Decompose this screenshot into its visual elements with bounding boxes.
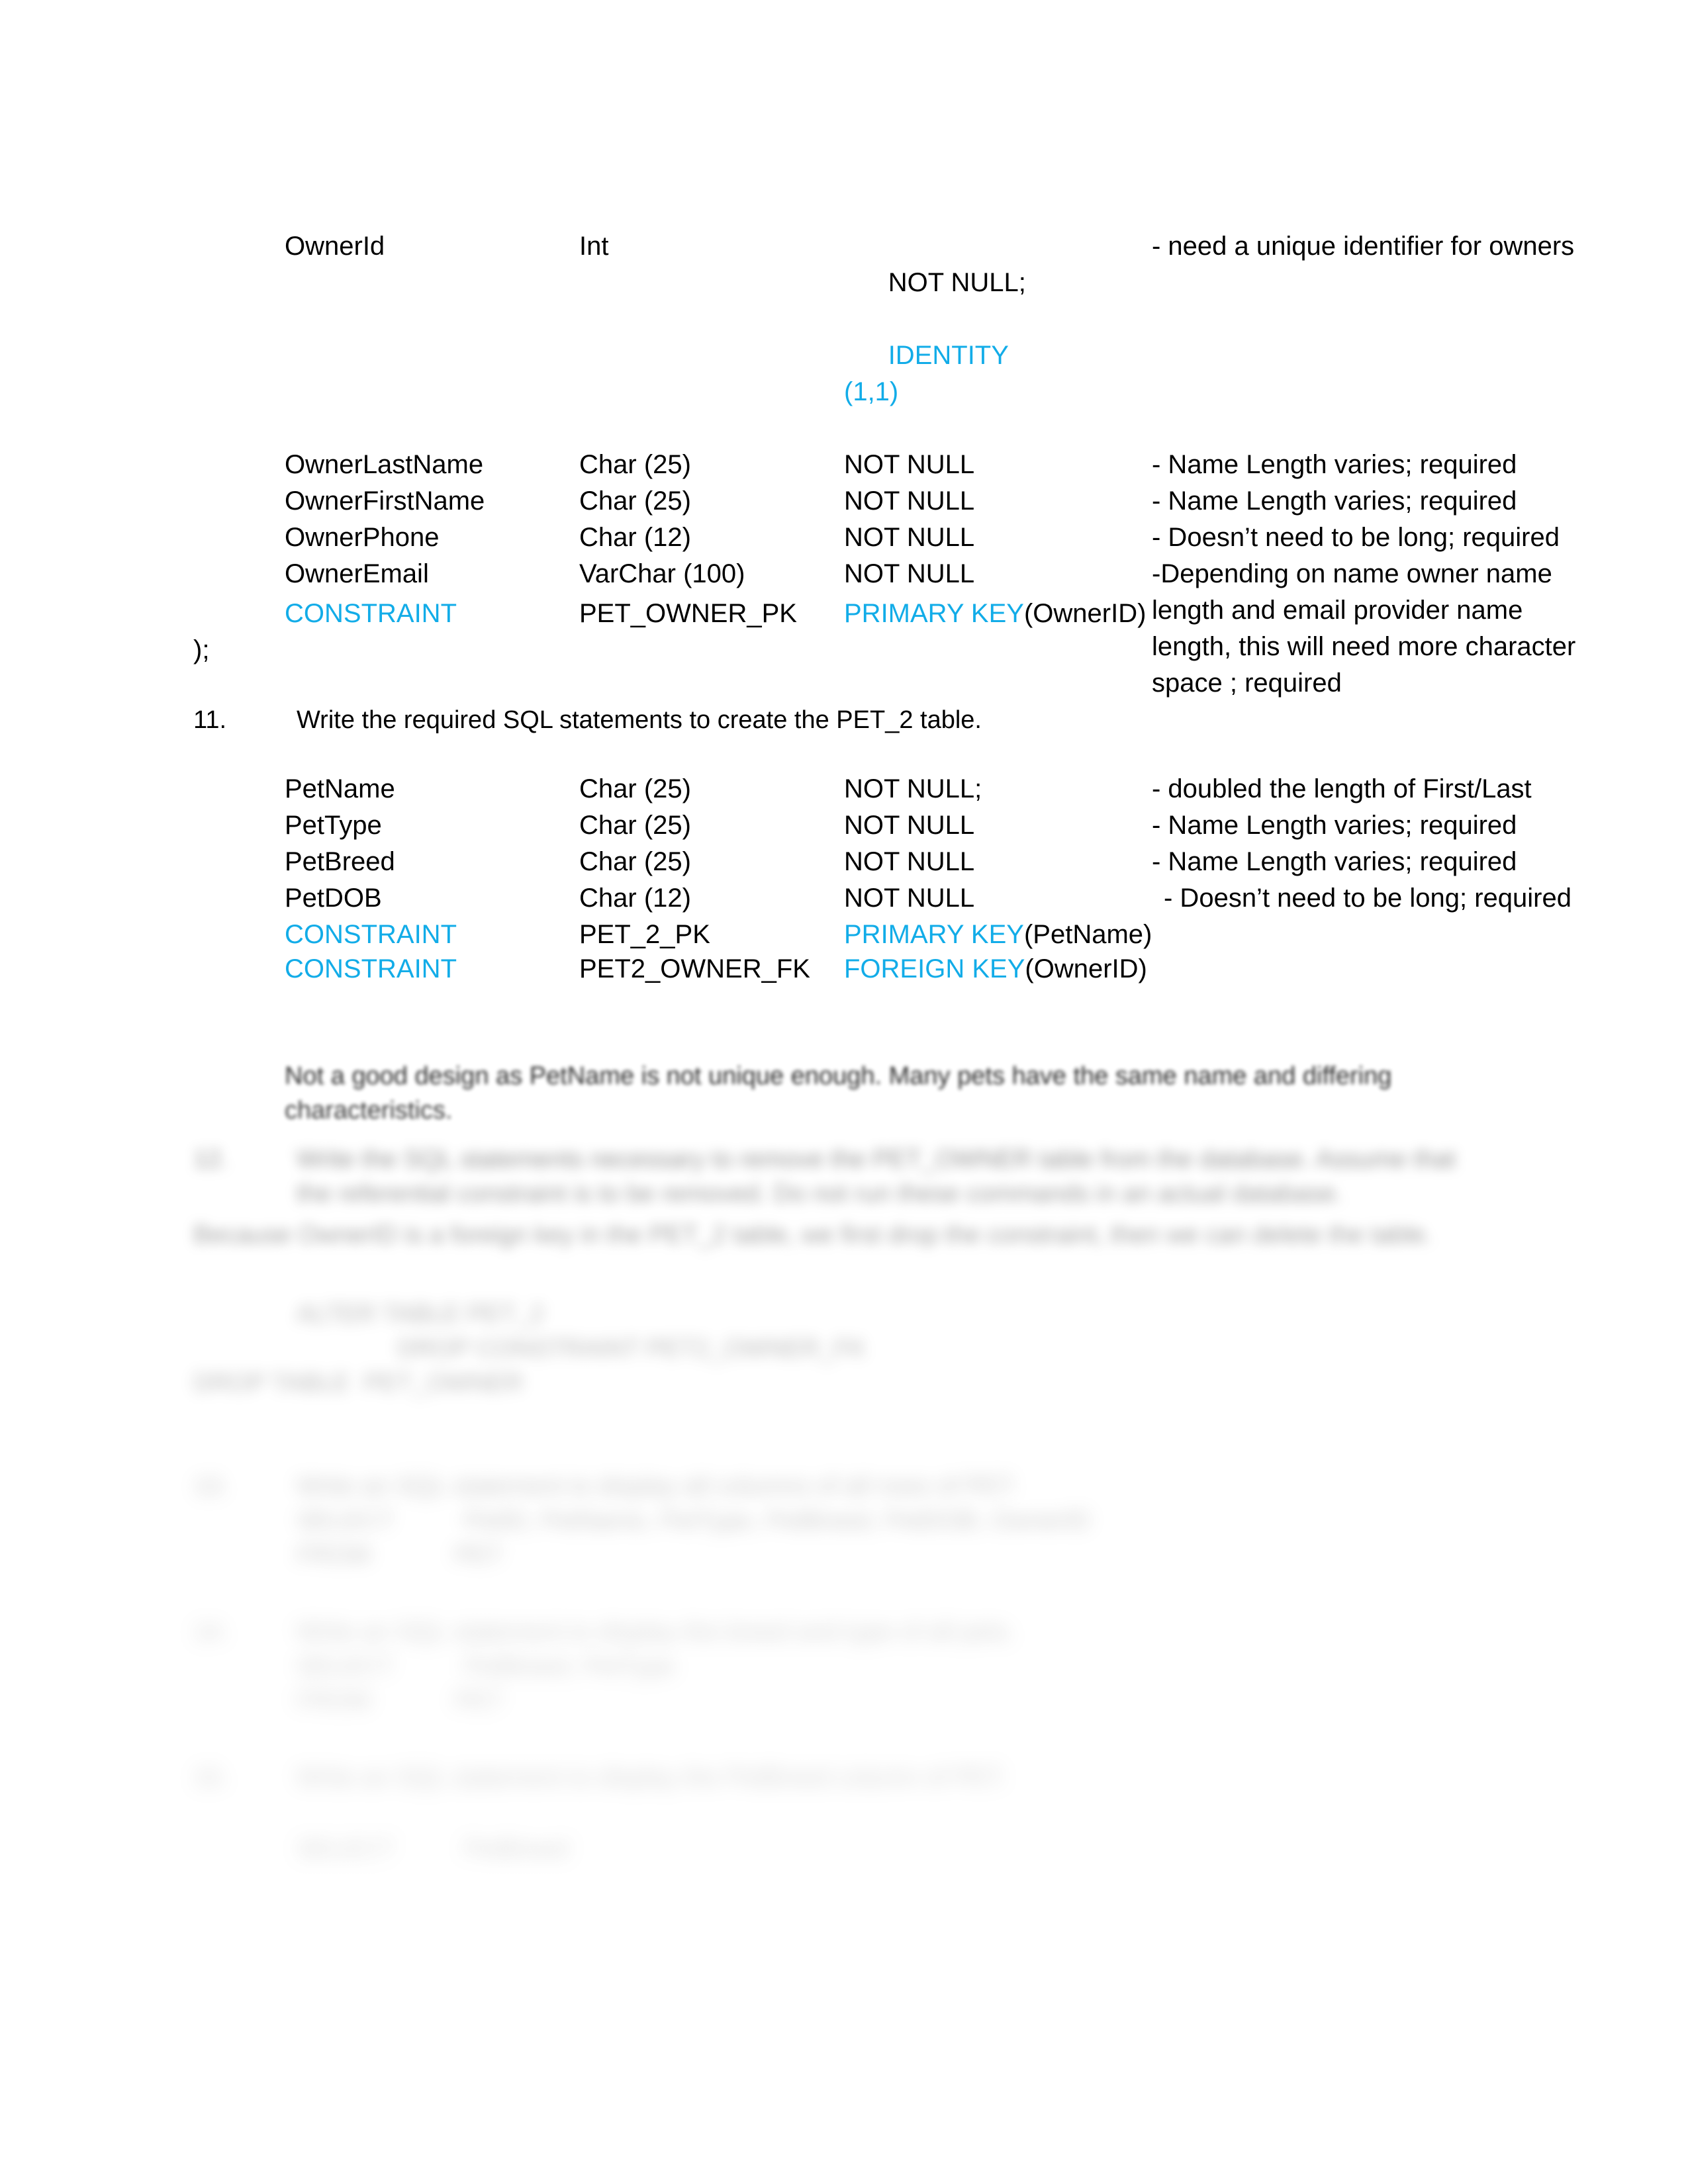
column-constraint: NOT NULL [844, 523, 975, 552]
column-comment: - need a unique identifier for owners [1152, 232, 1575, 261]
column-comment: - Name Length varies; required [1152, 450, 1517, 479]
question-11-text: Write the required SQL statements to cre… [297, 706, 982, 734]
comment-text: - Doesn’t need to be long; required [1164, 884, 1571, 913]
statement-terminator: ); [193, 635, 210, 664]
design-note-text: Not a good design as PetName is not uniq… [285, 1062, 1392, 1124]
question-12-answer-text: Because OwnerID is a foreign key in the … [193, 1221, 1432, 1249]
pet-2-constraint-name-fk: PET2_OWNER_FK [579, 954, 810, 983]
column-constraint: NOT NULL [844, 884, 975, 913]
question-12-code-line: ALTER TABLE PET_2 [297, 1300, 544, 1328]
document-page: OwnerId Int NOT NULL; IDENTITY (1,1) - n… [0, 0, 1688, 2184]
question-14-code-line: SELECT PetBreed, PetType [297, 1653, 675, 1680]
column-comment: - Name Length varies; required [1152, 486, 1517, 516]
constraint-keyword: CONSTRAINT [285, 954, 457, 983]
pet-2-constraint-keyword-fk: CONSTRAINT [285, 951, 457, 987]
identity-keyword: IDENTITY (1,1) [844, 341, 1009, 406]
question-11-number: 11. [193, 706, 227, 734]
column-comment: - Name Length varies; required [1152, 847, 1517, 876]
pet-2-table: PetName Char (25) NOT NULL; - doubled th… [285, 771, 1609, 917]
constraint-keyword: CONSTRAINT [285, 599, 457, 628]
design-note: Not a good design as PetName is not uniq… [285, 1059, 1410, 1128]
question-13-number: 13. [193, 1473, 228, 1500]
column-type: Char (25) [579, 811, 691, 840]
constraint-keyword: CONSTRAINT [285, 920, 457, 949]
pet-owner-constraint-line: CONSTRAINT [285, 596, 457, 631]
question-12-code-line: DROP TABLE PET_OWNER [193, 1369, 524, 1397]
question-12-text: Write the SQL statements necessary to re… [297, 1142, 1475, 1211]
question-15-number: 15. [193, 1764, 228, 1792]
pet-2-constraint-name-pk: PET_2_PK [579, 920, 710, 949]
column-constraint: NOT NULL [844, 486, 975, 516]
column-name: OwnerId [285, 232, 385, 261]
question-15-text: Write an SQL statement to display the Pe… [297, 1764, 1007, 1792]
column-type: Char (25) [579, 847, 691, 876]
primary-key-keyword: PRIMARY KEY [844, 920, 1024, 949]
column-comment: - Doesn’t need to be long; required [1152, 880, 1609, 917]
question-12-answer-intro: Because OwnerID is a foreign key in the … [193, 1218, 1451, 1252]
column-name: OwnerLastName [285, 450, 484, 479]
foreign-key-columns: (OwnerID) [1025, 954, 1147, 983]
question-13-code-line: FROM PET [297, 1541, 504, 1569]
pet-2-primary-key: PRIMARY KEY(PetName) [844, 917, 1152, 952]
question-13-text: Write an SQL statement to display all co… [297, 1473, 1018, 1500]
column-comment: - Doesn’t need to be long; required [1152, 523, 1560, 552]
question-14-code-line: FROM PET [297, 1687, 504, 1715]
pet-owner-primary-key: PRIMARY KEY(OwnerID) [844, 596, 1146, 631]
question-12-code-line: DROP CONSTRAINT PET2_OWNER_FK [397, 1335, 867, 1363]
column-constraint: NOT NULL [844, 847, 975, 876]
blurred-lower-section: Not a good design as PetName is not uniq… [0, 1032, 1688, 2184]
column-constraint: NOT NULL; IDENTITY (1,1) [844, 228, 1152, 447]
primary-key-columns: (PetName) [1023, 920, 1152, 949]
column-type: Char (12) [579, 523, 691, 552]
question-14-text: Write an SQL statement to display the br… [297, 1618, 1015, 1646]
column-constraint: NOT NULL [844, 811, 975, 840]
question-12-number: 12. [193, 1146, 228, 1173]
question-14-number: 14. [193, 1618, 228, 1646]
column-name: PetType [285, 811, 382, 840]
constraint-text: NOT NULL; [888, 268, 1026, 297]
column-name: OwnerFirstName [285, 486, 485, 516]
column-name: PetDOB [285, 884, 382, 913]
primary-key-keyword: PRIMARY KEY [844, 599, 1024, 628]
question-13-code-line: SELECT PetID, PetName, PetType, PetBreed… [297, 1507, 1090, 1535]
column-comment: - doubled the length of First/Last [1152, 774, 1532, 803]
question-15-code-line: SELECT PetBreed [297, 1835, 569, 1863]
question-12-body: Write the SQL statements necessary to re… [297, 1146, 1456, 1208]
column-name: OwnerPhone [285, 523, 440, 552]
column-comment: -Depending on name owner name length and… [1152, 559, 1576, 698]
column-type: Char (25) [579, 486, 691, 516]
column-name: PetName [285, 774, 395, 803]
column-type: Char (25) [579, 450, 691, 479]
column-constraint: NOT NULL [844, 450, 975, 479]
column-name: PetBreed [285, 847, 395, 876]
column-constraint: NOT NULL; [844, 774, 982, 803]
pet-2-constraint-keyword-pk: CONSTRAINT [285, 917, 457, 952]
pet-2-foreign-key: FOREIGN KEY(OwnerID) [844, 951, 1147, 987]
pet-owner-constraint-name: PET_OWNER_PK [579, 599, 797, 628]
column-type: Char (25) [579, 774, 691, 803]
column-type: Int [579, 232, 609, 261]
column-type: Char (12) [579, 884, 691, 913]
column-comment: - Name Length varies; required [1152, 811, 1517, 840]
foreign-key-keyword: FOREIGN KEY [844, 954, 1025, 983]
primary-key-columns: (OwnerID) [1023, 599, 1147, 628]
